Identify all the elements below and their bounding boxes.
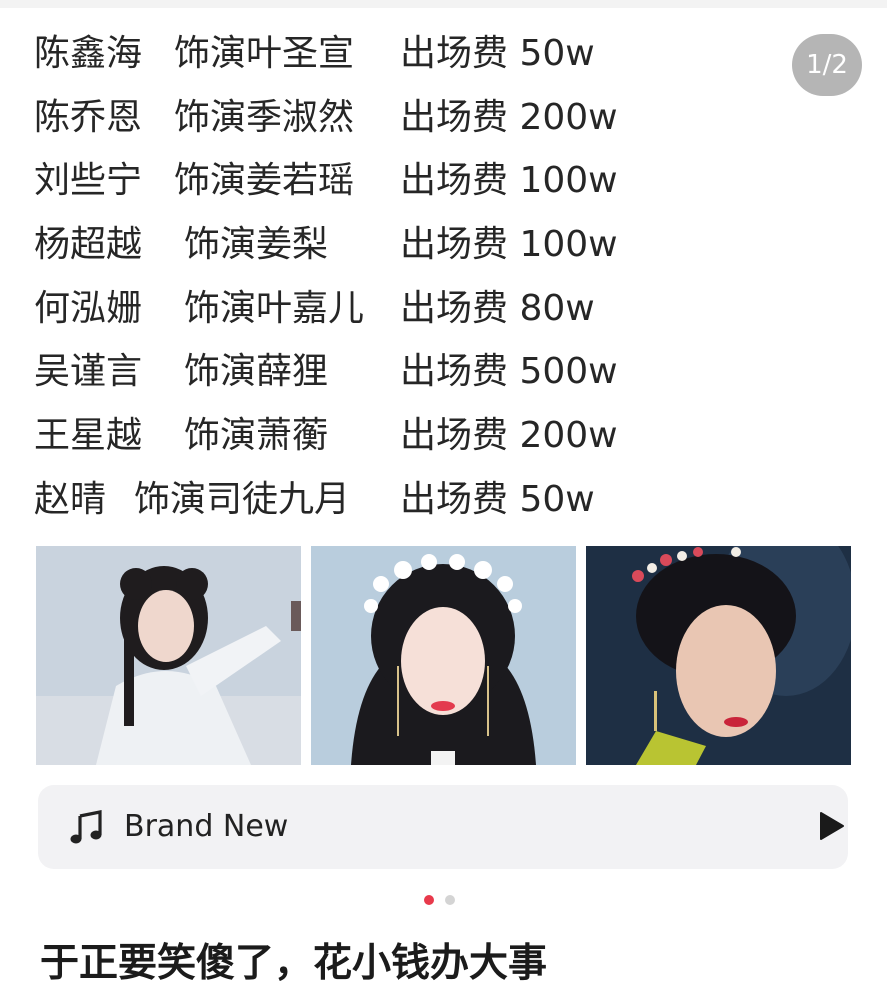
music-title: Brand New — [124, 809, 289, 844]
play-icon[interactable] — [818, 811, 846, 845]
image-pager-indicator[interactable]: 1/2 — [792, 34, 862, 96]
music-attachment-bar[interactable]: Brand New — [38, 785, 848, 869]
role-name: 饰演薛狸 — [184, 351, 329, 393]
role-name: 饰演姜若瑶 — [174, 160, 355, 202]
actor-name: 杨超越 — [34, 224, 143, 266]
actor-name: 吴谨言 — [34, 351, 143, 393]
appearance-fee: 出场费 50w — [400, 33, 595, 74]
appearance-fee: 出场费 80w — [400, 287, 595, 329]
top-separator — [0, 0, 887, 8]
actress-photo[interactable] — [586, 546, 851, 765]
appearance-fee: 出场费 200w — [400, 96, 618, 138]
role-name: 饰演萧蘅 — [184, 415, 329, 457]
music-note-icon — [68, 810, 104, 850]
post-caption: 于正要笑傻了，花小钱办大事 — [40, 941, 548, 986]
role-name: 饰演季淑然 — [174, 96, 355, 138]
actor-name: 刘些宁 — [34, 160, 143, 202]
appearance-fee: 出场费 500w — [400, 351, 618, 393]
appearance-fee: 出场费 100w — [400, 160, 618, 202]
role-name: 饰演叶圣宣 — [174, 33, 355, 74]
carousel-dot[interactable] — [445, 895, 455, 905]
actress-photo[interactable] — [311, 546, 576, 765]
appearance-fee: 出场费 100w — [400, 224, 618, 266]
role-name: 饰演叶嘉儿 — [184, 287, 365, 329]
role-name: 饰演姜梨 — [184, 224, 329, 266]
actor-name: 赵晴 — [34, 478, 107, 520]
carousel-dot-active[interactable] — [424, 895, 434, 905]
photo-gallery — [36, 546, 851, 765]
appearance-fee: 出场费 200w — [400, 415, 618, 457]
actor-name: 王星越 — [34, 415, 143, 457]
actor-name: 陈鑫海 — [34, 33, 143, 74]
role-name: 饰演司徒九月 — [134, 478, 351, 520]
appearance-fee: 出场费 50w — [400, 478, 595, 520]
actress-photo[interactable] — [36, 546, 301, 765]
actor-name: 何泓姗 — [34, 287, 143, 329]
actor-name: 陈乔恩 — [34, 96, 143, 138]
